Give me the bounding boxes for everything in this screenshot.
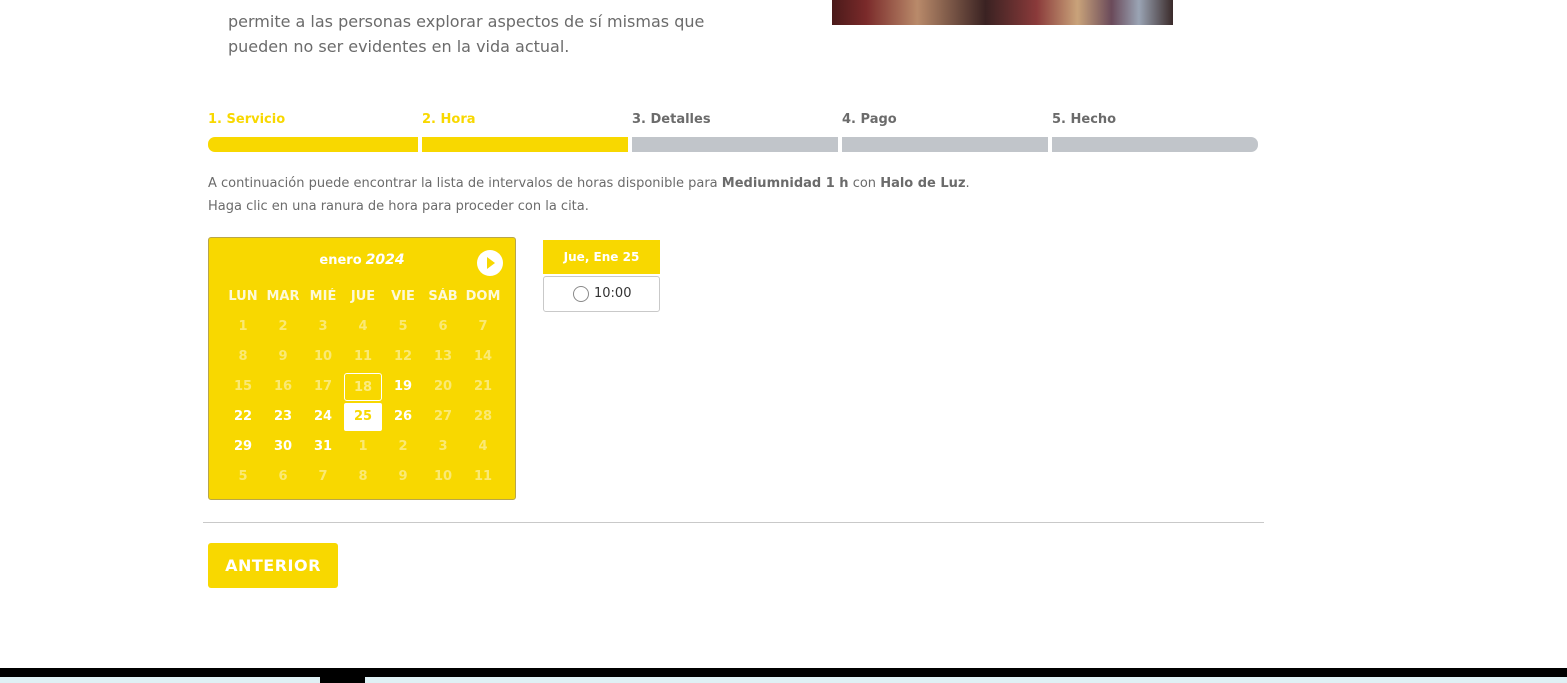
calendar-week-row: 22 23 24 25 26 27 28 [223,402,503,432]
intro-line: permite a las personas explorar aspectos… [228,12,705,31]
calendar-day[interactable]: 24 [303,402,343,432]
weekday-label: LUN [228,289,258,304]
step-progress-bar [208,137,418,152]
calendar-day: 8 [238,349,248,364]
calendar-day: 9 [278,349,288,364]
divider [203,522,1264,523]
slot-date-header: Jue, Ene 25 [543,240,660,274]
calendar-week-row: 29 30 31 1 2 3 4 [223,432,503,462]
weekday-label: MAR [266,289,300,304]
calendar-day[interactable]: 30 [263,432,303,462]
calendar-week-row: 5 6 7 8 9 10 11 [223,462,503,492]
calendar-day: 3 [318,319,328,334]
calendar-day: 28 [473,409,493,424]
step-progress-bar [842,137,1048,152]
step-label: 1. Servicio [208,112,286,127]
calendar-week-row: 15 16 17 18 19 20 21 [223,372,503,402]
bottom-strip-gap [320,677,365,683]
calendar-day: 15 [233,379,253,394]
radio-circle-icon [573,286,589,302]
time-slot-button[interactable]: 10:00 [543,276,660,312]
calendar-day: 5 [238,469,248,484]
calendar-day: 9 [398,469,408,484]
availability-info: A continuación puede encontrar la lista … [208,172,970,218]
calendar-day[interactable]: 22 [223,402,263,432]
calendar-day: 2 [278,319,288,334]
bottom-strip [0,677,1567,683]
step-hora: 2. Hora [422,112,628,154]
calendar-day: 20 [433,379,453,394]
calendar-day: 6 [278,469,288,484]
intro-photo [832,0,1173,25]
intro-text: permite a las personas explorar aspectos… [228,0,748,59]
calendar-day: 12 [393,349,413,364]
calendar-week-row: 8 9 10 11 12 13 14 [223,342,503,372]
calendar-day: 16 [273,379,293,394]
calendar-day[interactable]: 29 [223,432,263,462]
next-month-icon[interactable] [477,250,503,276]
calendar-day: 4 [358,319,368,334]
previous-button[interactable]: ANTERIOR [208,543,338,588]
step-progress-bar [1052,137,1258,152]
calendar-grid: LUN MAR MIÉ JUE VIE SÁB DOM 1 2 3 4 5 6 7 8 9 10 11 12 13 1… [223,282,503,492]
step-label: 4. Pago [842,112,897,127]
step-label: 2. Hora [422,112,476,127]
calendar-day[interactable]: 23 [263,402,303,432]
info-suffix: . [965,176,970,191]
calendar-day: 10 [313,349,333,364]
step-label: 5. Hecho [1052,112,1117,127]
booking-page: permite a las personas explorar aspectos… [0,0,1567,683]
weekday-header: LUN MAR MIÉ JUE VIE SÁB DOM [223,282,503,312]
calendar-day: 7 [318,469,328,484]
weekday-label: SÁB [428,289,458,304]
calendar-week-row: 1 2 3 4 5 6 7 [223,312,503,342]
calendar-day: 10 [433,469,453,484]
calendar-day: 27 [433,409,453,424]
calendar-year: 2024 [365,252,405,268]
calendar-day: 3 [438,439,448,454]
calendar-day: 7 [478,319,488,334]
calendar-day: 13 [433,349,453,364]
calendar-day: 2 [398,439,408,454]
calendar-day: 14 [473,349,493,364]
calendar-day: 11 [353,349,373,364]
calendar-day-today: 18 [344,373,382,401]
info-connector: con [852,176,877,191]
step-progress-bar [422,137,628,152]
step-pago: 4. Pago [842,112,1048,154]
calendar-day[interactable]: 19 [383,372,423,402]
info-prefix: A continuación puede encontrar la lista … [208,176,718,191]
info-line-2: Haga clic en una ranura de hora para pro… [208,199,589,214]
date-picker-calendar: enero 2024 LUN MAR MIÉ JUE VIE SÁB DOM 12345678… [208,237,516,500]
calendar-day[interactable]: 31 [303,432,343,462]
step-servicio: 1. Servicio [208,112,418,154]
step-label: 3. Detalles [632,112,711,127]
calendar-day: 8 [358,469,368,484]
calendar-month: enero [319,253,362,268]
weekday-label: JUE [350,289,376,304]
calendar-day: 6 [438,319,448,334]
step-progress-bar [632,137,838,152]
calendar-day: 1 [358,439,368,454]
service-name: Mediumnidad 1 h [721,176,849,191]
step-detalles: 3. Detalles [632,112,838,154]
calendar-day-selected[interactable]: 25 [344,403,382,431]
calendar-day: 17 [313,379,333,394]
calendar-month-title: enero 2024 [209,252,515,268]
info-line-1: A continuación puede encontrar la lista … [208,172,970,195]
calendar-day: 5 [398,319,408,334]
calendar-day[interactable]: 26 [383,402,423,432]
time-slot-label: 10:00 [594,286,632,301]
calendar-day: 21 [473,379,493,394]
calendar-day: 11 [473,469,493,484]
weekday-label: MIÉ [309,289,337,304]
intro-line: pueden no ser evidentes en la vida actua… [228,37,570,56]
calendar-day: 1 [238,319,248,334]
step-hecho: 5. Hecho [1052,112,1258,154]
staff-name: Halo de Luz [880,176,966,191]
weekday-label: VIE [391,289,415,304]
booking-steps: 1. Servicio 2. Hora 3. Detalles 4. Pago … [208,112,1258,154]
calendar-day: 4 [478,439,488,454]
weekday-label: DOM [465,289,501,304]
